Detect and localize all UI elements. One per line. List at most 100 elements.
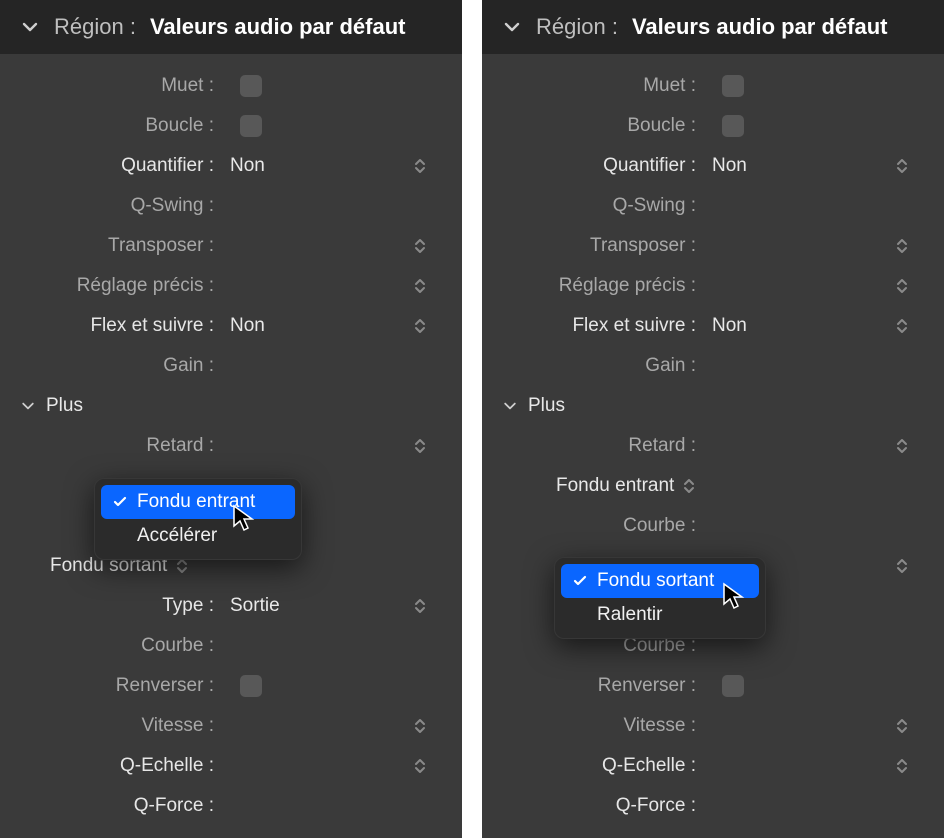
region-inspector-right: Région : Valeurs audio par défaut Muet :… — [482, 0, 944, 838]
popup-item-accelerer[interactable]: Accélérer — [101, 519, 295, 553]
stepper-qechelle[interactable] — [400, 756, 440, 776]
label-gain: Gain : — [482, 355, 702, 377]
chevron-down-icon — [502, 398, 518, 414]
row-reglage: Réglage précis : — [482, 266, 944, 306]
label-qechelle: Q-Echelle : — [0, 755, 220, 777]
checkbox-renverser[interactable] — [240, 675, 262, 697]
panel-body: Muet : Boucle : Quantifier : Non Q-Swing… — [482, 54, 944, 838]
label-muet: Muet : — [482, 75, 702, 97]
row-fondu-entrant: Fondu entrant — [482, 466, 944, 506]
checkbox-muet[interactable] — [722, 75, 744, 97]
label-boucle: Boucle : — [0, 115, 220, 137]
row-courbe-fo: Courbe : — [0, 626, 462, 666]
section-plus[interactable]: Plus — [0, 386, 462, 426]
label-transposer: Transposer : — [0, 235, 220, 257]
label-vitesse: Vitesse : — [482, 715, 702, 737]
header-label: Région : — [536, 14, 618, 40]
stepper-flex[interactable] — [882, 316, 922, 336]
stepper-transposer[interactable] — [400, 236, 440, 256]
label-retard: Retard : — [482, 435, 702, 457]
row-vitesse: Vitesse : — [0, 706, 462, 746]
value-quantifier[interactable]: Non — [220, 155, 400, 177]
row-quantifier: Quantifier : Non — [0, 146, 462, 186]
label-vitesse: Vitesse : — [0, 715, 220, 737]
row-muet: Muet : — [482, 66, 944, 106]
stepper-quantifier[interactable] — [400, 156, 440, 176]
checkbox-renverser[interactable] — [722, 675, 744, 697]
chevron-down-icon — [502, 17, 522, 37]
chevron-down-icon — [20, 17, 40, 37]
dropdown-fondu-entrant[interactable]: Fondu entrant — [556, 475, 696, 497]
stepper-retard[interactable] — [882, 436, 922, 456]
checkbox-boucle[interactable] — [722, 115, 744, 137]
panel-body: Muet : Boucle : Quantifier : Non Q-Swing… — [0, 54, 462, 838]
stepper-reglage[interactable] — [882, 276, 922, 296]
label-reglage: Réglage précis : — [0, 275, 220, 297]
header-value: Valeurs audio par défaut — [632, 14, 888, 40]
row-renverser: Renverser : — [0, 666, 462, 706]
value-flex[interactable]: Non — [702, 315, 882, 337]
section-plus-label: Plus — [46, 395, 83, 417]
label-quantifier: Quantifier : — [482, 155, 702, 177]
label-flex: Flex et suivre : — [0, 315, 220, 337]
row-courbe-fi: Courbe : — [482, 506, 944, 546]
label-gain: Gain : — [0, 355, 220, 377]
popup-item-fondu-entrant[interactable]: Fondu entrant — [101, 485, 295, 519]
checkbox-muet[interactable] — [240, 75, 262, 97]
popup-item-ralentir[interactable]: Ralentir — [561, 598, 759, 632]
label-qswing: Q-Swing : — [0, 195, 220, 217]
popup-fade-out[interactable]: Fondu sortant Ralentir — [554, 557, 766, 639]
section-plus[interactable]: Plus — [482, 386, 944, 426]
stepper-vitesse[interactable] — [400, 716, 440, 736]
label-renverser: Renverser : — [0, 675, 220, 697]
value-flex[interactable]: Non — [220, 315, 400, 337]
stepper-reglage[interactable] — [400, 276, 440, 296]
check-icon — [111, 494, 129, 510]
row-transposer: Transposer : — [0, 226, 462, 266]
check-icon — [571, 573, 589, 589]
header-label: Région : — [54, 14, 136, 40]
stepper-type[interactable] — [400, 596, 440, 616]
header-value: Valeurs audio par défaut — [150, 14, 406, 40]
stepper-qechelle[interactable] — [882, 756, 922, 776]
label-quantifier: Quantifier : — [0, 155, 220, 177]
label-qswing: Q-Swing : — [482, 195, 702, 217]
popup-item-fondu-sortant[interactable]: Fondu sortant — [561, 564, 759, 598]
stepper-quantifier[interactable] — [882, 156, 922, 176]
row-flex: Flex et suivre : Non — [482, 306, 944, 346]
popup-fade-in[interactable]: Fondu entrant Accélérer — [94, 478, 302, 560]
stepper-transposer[interactable] — [882, 236, 922, 256]
region-inspector-left: Région : Valeurs audio par défaut Muet :… — [0, 0, 462, 838]
chevron-down-icon — [20, 398, 36, 414]
label-transposer: Transposer : — [482, 235, 702, 257]
panel-header[interactable]: Région : Valeurs audio par défaut — [0, 0, 462, 54]
row-gain: Gain : — [0, 346, 462, 386]
row-qswing: Q-Swing : — [482, 186, 944, 226]
value-type[interactable]: Sortie — [220, 595, 400, 617]
stepper-retard[interactable] — [400, 436, 440, 456]
stepper-flex[interactable] — [400, 316, 440, 336]
popup-item-label: Ralentir — [597, 604, 662, 626]
row-qforce: Q-Force : — [482, 786, 944, 826]
row-reglage: Réglage précis : — [0, 266, 462, 306]
row-vitesse: Vitesse : — [482, 706, 944, 746]
label-courbe: Courbe : — [482, 515, 702, 537]
label-retard: Retard : — [0, 435, 220, 457]
panel-header[interactable]: Région : Valeurs audio par défaut — [482, 0, 944, 54]
label-reglage: Réglage précis : — [482, 275, 702, 297]
label-renverser: Renverser : — [482, 675, 702, 697]
row-quantifier: Quantifier : Non — [482, 146, 944, 186]
popup-item-label: Fondu entrant — [137, 491, 255, 513]
stepper-fondu-sortant[interactable] — [882, 556, 922, 576]
dropdown-fondu-entrant-label: Fondu entrant — [556, 475, 674, 497]
stepper-vitesse[interactable] — [882, 716, 922, 736]
value-quantifier[interactable]: Non — [702, 155, 882, 177]
popup-item-label: Accélérer — [137, 525, 217, 547]
row-retard: Retard : — [0, 426, 462, 466]
label-qforce: Q-Force : — [0, 795, 220, 817]
row-boucle: Boucle : — [482, 106, 944, 146]
label-boucle: Boucle : — [482, 115, 702, 137]
row-retard: Retard : — [482, 426, 944, 466]
checkbox-boucle[interactable] — [240, 115, 262, 137]
row-muet: Muet : — [0, 66, 462, 106]
